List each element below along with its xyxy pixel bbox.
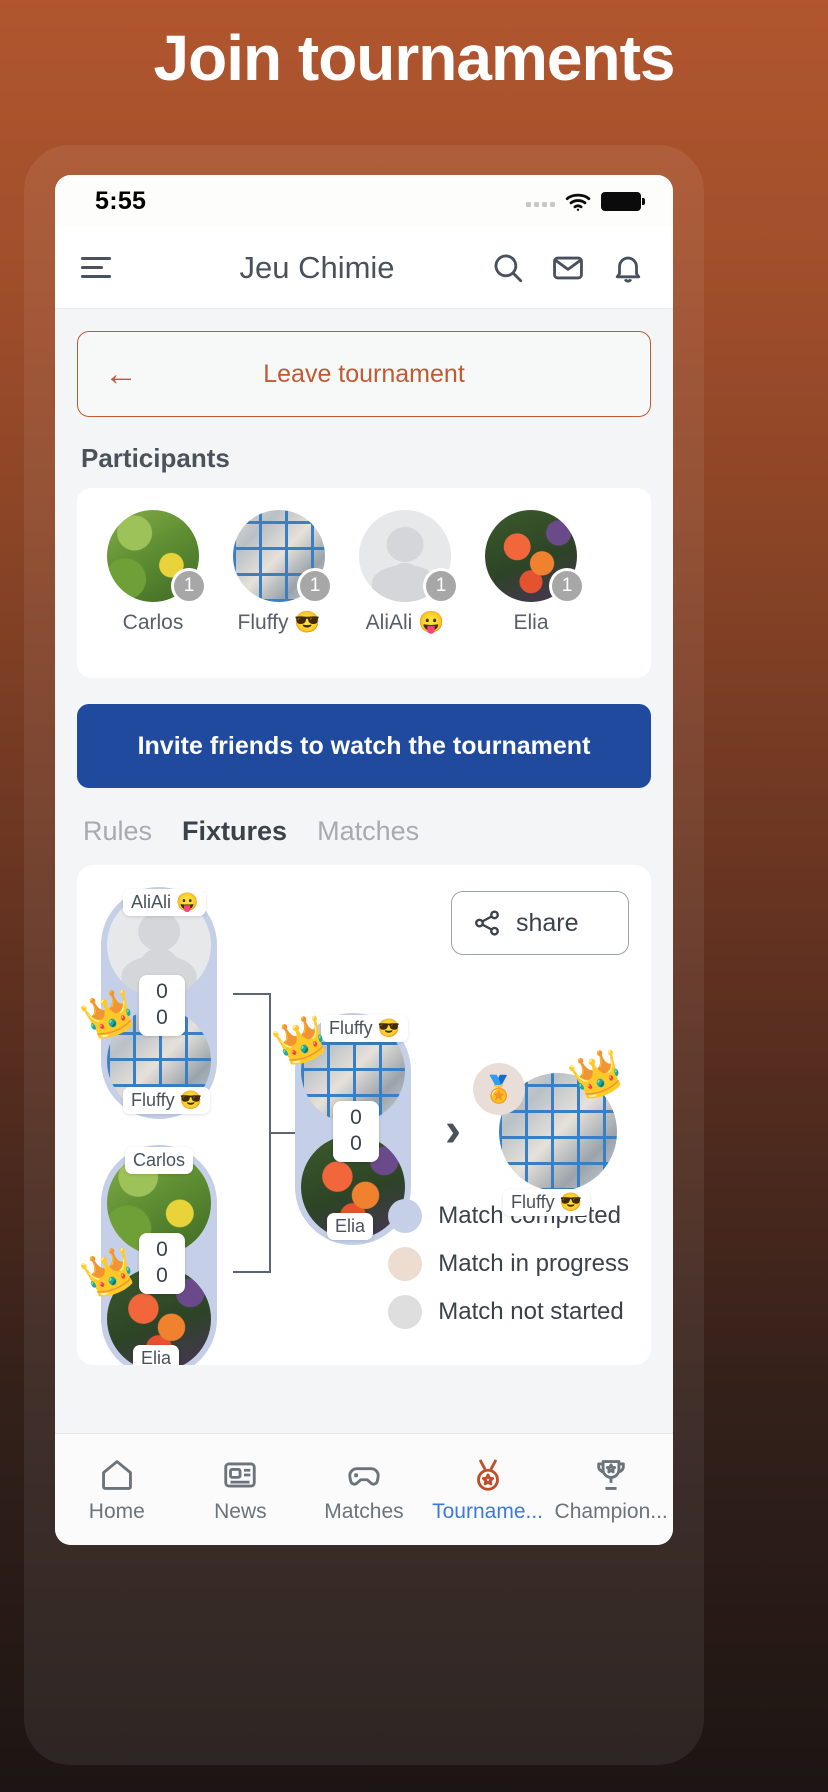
news-icon	[221, 1456, 259, 1494]
share-label: share	[516, 908, 579, 937]
nav-label-tournaments: Tourname...	[432, 1499, 544, 1523]
participant-badge: 1	[171, 568, 207, 604]
home-icon	[98, 1456, 136, 1494]
status-indicators	[526, 191, 645, 211]
nav-item-home[interactable]: Home	[55, 1456, 179, 1524]
avatar[interactable]: 1	[485, 510, 585, 604]
avatar[interactable]: 1	[107, 510, 207, 604]
participant-item[interactable]: 1 Fluffy 😎	[227, 510, 333, 635]
bracket-connector-stub	[271, 1132, 295, 1134]
legend-label-in-progress: Match in progress	[438, 1250, 629, 1277]
hamburger-menu-icon[interactable]	[81, 257, 117, 278]
participant-item[interactable]: 1 AliAli 😛	[353, 510, 459, 635]
bracket-score-final: 0 0	[333, 1101, 379, 1162]
phone-frame: 5:55 Jeu Chimie ← Leave tournament Parti…	[24, 145, 704, 1765]
nav-label-championships: Champion...	[554, 1499, 668, 1523]
battery-full-icon	[601, 191, 645, 211]
score-top: 0	[156, 1238, 168, 1261]
bracket-score-semifinal-1: 0 0	[139, 975, 185, 1036]
champion-name: Fluffy 😎	[503, 1189, 591, 1216]
fixtures-bracket-card: share AliAli 😛 Fluffy 😎 0 0 👑 Carlos Eli…	[77, 865, 651, 1365]
nav-item-championships[interactable]: Champion...	[549, 1456, 673, 1524]
tab-bar: Rules Fixtures Matches	[83, 816, 651, 847]
participant-name: Fluffy 😎	[237, 611, 321, 634]
wifi-icon	[565, 192, 591, 211]
legend-dot-completed	[388, 1199, 423, 1233]
participants-card: 1 Carlos 1 Fluffy 😎 1 AliAli 😛 1 Elia	[77, 488, 651, 678]
share-button[interactable]: share	[451, 891, 629, 955]
participants-list: 1 Carlos 1 Fluffy 😎 1 AliAli 😛 1 Elia	[101, 510, 627, 635]
header-actions	[491, 251, 645, 285]
participant-badge: 1	[549, 568, 585, 604]
participant-badge: 1	[423, 568, 459, 604]
signal-dots-icon	[526, 195, 555, 207]
bracket-name-carlos: Carlos	[125, 1147, 194, 1174]
score-top: 0	[350, 1106, 362, 1129]
bottom-navigation: Home News Matches Tourname... Champion..…	[55, 1433, 673, 1545]
bracket-name-elia-sf2: Elia	[133, 1345, 180, 1365]
leave-tournament-button[interactable]: ← Leave tournament	[77, 331, 651, 417]
participant-item[interactable]: 1 Carlos	[101, 510, 207, 635]
nav-item-news[interactable]: News	[179, 1456, 303, 1524]
avatar[interactable]: 1	[359, 510, 459, 604]
score-bottom: 0	[156, 1264, 168, 1288]
bracket-name-fluffy-final: Fluffy 😎	[321, 1015, 409, 1042]
nav-label-matches: Matches	[324, 1499, 404, 1523]
bracket-name-fluffy-sf1: Fluffy 😎	[123, 1087, 211, 1114]
medal-icon	[469, 1456, 507, 1494]
gamepad-icon	[345, 1456, 383, 1494]
tab-fixtures[interactable]: Fixtures	[182, 816, 287, 847]
page-title: Jeu Chimie	[239, 249, 395, 285]
avatar[interactable]: 1	[233, 510, 333, 604]
app-header: Jeu Chimie	[55, 227, 673, 309]
leave-tournament-label: Leave tournament	[263, 359, 465, 388]
participant-name: AliAli 😛	[365, 611, 445, 634]
search-icon[interactable]	[491, 251, 525, 285]
bell-icon[interactable]	[611, 251, 645, 285]
medal-icon: 🏅	[473, 1063, 525, 1115]
nav-label-news: News	[214, 1499, 267, 1523]
bracket-legend: Match completed Match in progress Match …	[388, 1199, 629, 1343]
trophy-icon	[592, 1456, 630, 1494]
legend-dot-not-started	[388, 1295, 423, 1329]
participant-badge: 1	[297, 568, 333, 604]
legend-dot-in-progress	[388, 1247, 423, 1281]
participant-name: Elia	[513, 611, 549, 634]
status-time: 5:55	[95, 186, 147, 215]
promo-headline: Join tournaments	[153, 22, 676, 94]
status-bar: 5:55	[55, 175, 673, 227]
mail-icon[interactable]	[551, 251, 585, 285]
bracket-score-semifinal-2: 0 0	[139, 1233, 185, 1294]
nav-item-tournaments[interactable]: Tourname...	[426, 1456, 550, 1524]
bracket-name-aliali: AliAli 😛	[123, 889, 207, 916]
share-nodes-icon	[472, 908, 502, 938]
tab-rules[interactable]: Rules	[83, 816, 152, 847]
score-top: 0	[156, 980, 168, 1003]
legend-item-in-progress: Match in progress	[388, 1247, 629, 1281]
screen-content: ← Leave tournament Participants 1 Carlos	[55, 309, 673, 1433]
bracket-champion[interactable]: 🏅 👑 Fluffy 😎	[473, 1043, 630, 1216]
bracket-name-elia-final: Elia	[327, 1213, 374, 1240]
participants-heading: Participants	[81, 443, 230, 473]
participant-name: Carlos	[122, 611, 184, 634]
tab-matches[interactable]: Matches	[317, 816, 419, 847]
score-bottom: 0	[350, 1132, 362, 1156]
nav-item-matches[interactable]: Matches	[302, 1456, 426, 1524]
legend-item-not-started: Match not started	[388, 1295, 629, 1329]
score-bottom: 0	[156, 1006, 168, 1030]
bracket-connector	[233, 993, 271, 1273]
legend-label-not-started: Match not started	[438, 1298, 624, 1325]
invite-friends-button[interactable]: Invite friends to watch the tournament	[77, 704, 651, 788]
chevron-right-icon: ›	[445, 1104, 461, 1157]
phone-screen: 5:55 Jeu Chimie ← Leave tournament Parti…	[55, 175, 673, 1545]
participant-item[interactable]: 1 Elia	[479, 510, 585, 635]
nav-label-home: Home	[88, 1499, 145, 1523]
